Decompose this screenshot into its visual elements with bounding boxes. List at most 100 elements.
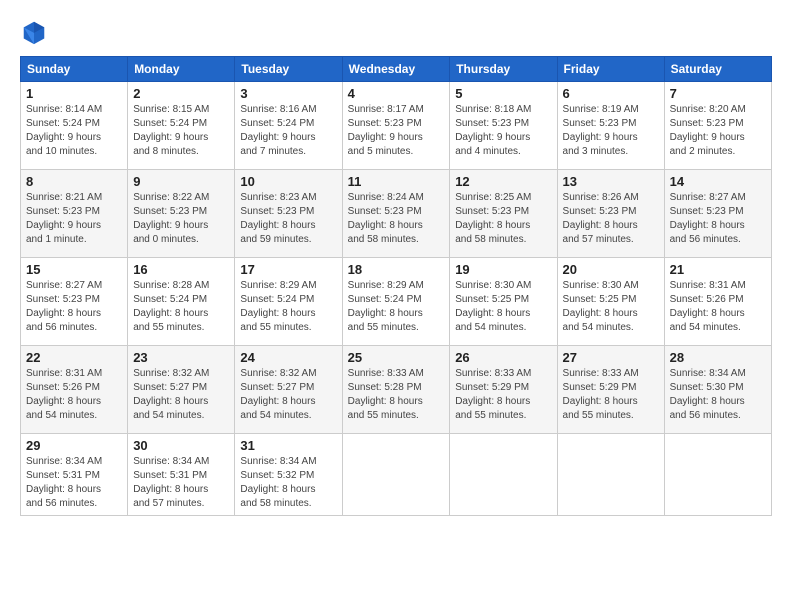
calendar-cell xyxy=(342,434,450,516)
day-info: Sunrise: 8:27 AM Sunset: 5:23 PM Dayligh… xyxy=(26,279,122,335)
day-number: 4 xyxy=(348,86,445,101)
col-header-tuesday: Tuesday xyxy=(235,57,342,82)
calendar-cell: 28 Sunrise: 8:34 AM Sunset: 5:30 PM Dayli… xyxy=(664,346,771,434)
day-number: 26 xyxy=(455,350,551,365)
day-info: Sunrise: 8:23 AM Sunset: 5:23 PM Dayligh… xyxy=(240,191,336,247)
calendar-cell xyxy=(557,434,664,516)
day-number: 28 xyxy=(670,350,766,365)
day-info: Sunrise: 8:16 AM Sunset: 5:24 PM Dayligh… xyxy=(240,103,336,159)
calendar-cell: 4 Sunrise: 8:17 AM Sunset: 5:23 PM Daylig… xyxy=(342,82,450,170)
logo-icon xyxy=(20,18,48,46)
day-number: 1 xyxy=(26,86,122,101)
day-info: Sunrise: 8:25 AM Sunset: 5:23 PM Dayligh… xyxy=(455,191,551,247)
day-info: Sunrise: 8:29 AM Sunset: 5:24 PM Dayligh… xyxy=(348,279,445,335)
day-number: 13 xyxy=(563,174,659,189)
day-number: 6 xyxy=(563,86,659,101)
calendar-cell: 13 Sunrise: 8:26 AM Sunset: 5:23 PM Dayli… xyxy=(557,170,664,258)
day-info: Sunrise: 8:34 AM Sunset: 5:31 PM Dayligh… xyxy=(26,455,122,511)
day-info: Sunrise: 8:24 AM Sunset: 5:23 PM Dayligh… xyxy=(348,191,445,247)
day-number: 31 xyxy=(240,438,336,453)
day-number: 23 xyxy=(133,350,229,365)
calendar-cell: 22 Sunrise: 8:31 AM Sunset: 5:26 PM Dayli… xyxy=(21,346,128,434)
calendar-cell: 18 Sunrise: 8:29 AM Sunset: 5:24 PM Dayli… xyxy=(342,258,450,346)
calendar-cell xyxy=(664,434,771,516)
calendar-cell: 9 Sunrise: 8:22 AM Sunset: 5:23 PM Daylig… xyxy=(128,170,235,258)
day-number: 5 xyxy=(455,86,551,101)
calendar-cell: 19 Sunrise: 8:30 AM Sunset: 5:25 PM Dayli… xyxy=(450,258,557,346)
day-number: 3 xyxy=(240,86,336,101)
day-info: Sunrise: 8:14 AM Sunset: 5:24 PM Dayligh… xyxy=(26,103,122,159)
day-info: Sunrise: 8:19 AM Sunset: 5:23 PM Dayligh… xyxy=(563,103,659,159)
day-info: Sunrise: 8:31 AM Sunset: 5:26 PM Dayligh… xyxy=(670,279,766,335)
calendar-cell: 29Sunrise: 8:34 AM Sunset: 5:31 PM Dayli… xyxy=(21,434,128,516)
calendar-cell: 23 Sunrise: 8:32 AM Sunset: 5:27 PM Dayli… xyxy=(128,346,235,434)
day-number: 21 xyxy=(670,262,766,277)
day-number: 10 xyxy=(240,174,336,189)
day-info: Sunrise: 8:34 AM Sunset: 5:32 PM Dayligh… xyxy=(240,455,336,511)
day-info: Sunrise: 8:33 AM Sunset: 5:29 PM Dayligh… xyxy=(455,367,551,423)
calendar-cell: 15 Sunrise: 8:27 AM Sunset: 5:23 PM Dayli… xyxy=(21,258,128,346)
col-header-sunday: Sunday xyxy=(21,57,128,82)
day-info: Sunrise: 8:15 AM Sunset: 5:24 PM Dayligh… xyxy=(133,103,229,159)
calendar-cell: 8 Sunrise: 8:21 AM Sunset: 5:23 PM Daylig… xyxy=(21,170,128,258)
col-header-thursday: Thursday xyxy=(450,57,557,82)
day-number: 22 xyxy=(26,350,122,365)
day-number: 8 xyxy=(26,174,122,189)
calendar-cell: 30Sunrise: 8:34 AM Sunset: 5:31 PM Dayli… xyxy=(128,434,235,516)
calendar-cell: 1 Sunrise: 8:14 AM Sunset: 5:24 PM Daylig… xyxy=(21,82,128,170)
day-info: Sunrise: 8:34 AM Sunset: 5:30 PM Dayligh… xyxy=(670,367,766,423)
day-info: Sunrise: 8:27 AM Sunset: 5:23 PM Dayligh… xyxy=(670,191,766,247)
day-info: Sunrise: 8:30 AM Sunset: 5:25 PM Dayligh… xyxy=(455,279,551,335)
day-number: 2 xyxy=(133,86,229,101)
calendar-cell: 12 Sunrise: 8:25 AM Sunset: 5:23 PM Dayli… xyxy=(450,170,557,258)
day-info: Sunrise: 8:28 AM Sunset: 5:24 PM Dayligh… xyxy=(133,279,229,335)
calendar-cell: 14 Sunrise: 8:27 AM Sunset: 5:23 PM Dayli… xyxy=(664,170,771,258)
day-info: Sunrise: 8:29 AM Sunset: 5:24 PM Dayligh… xyxy=(240,279,336,335)
logo xyxy=(20,18,52,46)
day-info: Sunrise: 8:26 AM Sunset: 5:23 PM Dayligh… xyxy=(563,191,659,247)
calendar-table: SundayMondayTuesdayWednesdayThursdayFrid… xyxy=(20,56,772,516)
calendar-cell: 24Sunrise: 8:32 AM Sunset: 5:27 PM Dayli… xyxy=(235,346,342,434)
day-number: 9 xyxy=(133,174,229,189)
day-info: Sunrise: 8:22 AM Sunset: 5:23 PM Dayligh… xyxy=(133,191,229,247)
day-info: Sunrise: 8:32 AM Sunset: 5:27 PM Dayligh… xyxy=(240,367,336,423)
day-number: 18 xyxy=(348,262,445,277)
col-header-friday: Friday xyxy=(557,57,664,82)
day-info: Sunrise: 8:17 AM Sunset: 5:23 PM Dayligh… xyxy=(348,103,445,159)
col-header-saturday: Saturday xyxy=(664,57,771,82)
header-row xyxy=(20,18,772,46)
day-number: 20 xyxy=(563,262,659,277)
day-number: 27 xyxy=(563,350,659,365)
day-info: Sunrise: 8:33 AM Sunset: 5:29 PM Dayligh… xyxy=(563,367,659,423)
calendar-cell: 26 Sunrise: 8:33 AM Sunset: 5:29 PM Dayli… xyxy=(450,346,557,434)
calendar-cell: 16 Sunrise: 8:28 AM Sunset: 5:24 PM Dayli… xyxy=(128,258,235,346)
day-info: Sunrise: 8:32 AM Sunset: 5:27 PM Dayligh… xyxy=(133,367,229,423)
day-number: 15 xyxy=(26,262,122,277)
calendar-cell: 27 Sunrise: 8:33 AM Sunset: 5:29 PM Dayli… xyxy=(557,346,664,434)
calendar-cell: 17 Sunrise: 8:29 AM Sunset: 5:24 PM Dayli… xyxy=(235,258,342,346)
column-headers: SundayMondayTuesdayWednesdayThursdayFrid… xyxy=(21,57,772,82)
calendar-cell: 25 Sunrise: 8:33 AM Sunset: 5:28 PM Dayli… xyxy=(342,346,450,434)
calendar-cell: 2 Sunrise: 8:15 AM Sunset: 5:24 PM Daylig… xyxy=(128,82,235,170)
day-info: Sunrise: 8:31 AM Sunset: 5:26 PM Dayligh… xyxy=(26,367,122,423)
day-number: 16 xyxy=(133,262,229,277)
calendar-cell xyxy=(450,434,557,516)
day-info: Sunrise: 8:20 AM Sunset: 5:23 PM Dayligh… xyxy=(670,103,766,159)
day-number: 30 xyxy=(133,438,229,453)
day-number: 12 xyxy=(455,174,551,189)
day-number: 25 xyxy=(348,350,445,365)
col-header-monday: Monday xyxy=(128,57,235,82)
calendar-cell: 5Sunrise: 8:18 AM Sunset: 5:23 PM Daylig… xyxy=(450,82,557,170)
day-number: 19 xyxy=(455,262,551,277)
day-number: 14 xyxy=(670,174,766,189)
day-info: Sunrise: 8:33 AM Sunset: 5:28 PM Dayligh… xyxy=(348,367,445,423)
calendar-cell: 3 Sunrise: 8:16 AM Sunset: 5:24 PM Daylig… xyxy=(235,82,342,170)
calendar-cell: 31 Sunrise: 8:34 AM Sunset: 5:32 PM Dayli… xyxy=(235,434,342,516)
col-header-wednesday: Wednesday xyxy=(342,57,450,82)
day-info: Sunrise: 8:21 AM Sunset: 5:23 PM Dayligh… xyxy=(26,191,122,247)
calendar-cell: 21 Sunrise: 8:31 AM Sunset: 5:26 PM Dayli… xyxy=(664,258,771,346)
calendar-cell: 7Sunrise: 8:20 AM Sunset: 5:23 PM Daylig… xyxy=(664,82,771,170)
calendar-cell: 11Sunrise: 8:24 AM Sunset: 5:23 PM Dayli… xyxy=(342,170,450,258)
day-number: 17 xyxy=(240,262,336,277)
calendar-cell: 20Sunrise: 8:30 AM Sunset: 5:25 PM Dayli… xyxy=(557,258,664,346)
